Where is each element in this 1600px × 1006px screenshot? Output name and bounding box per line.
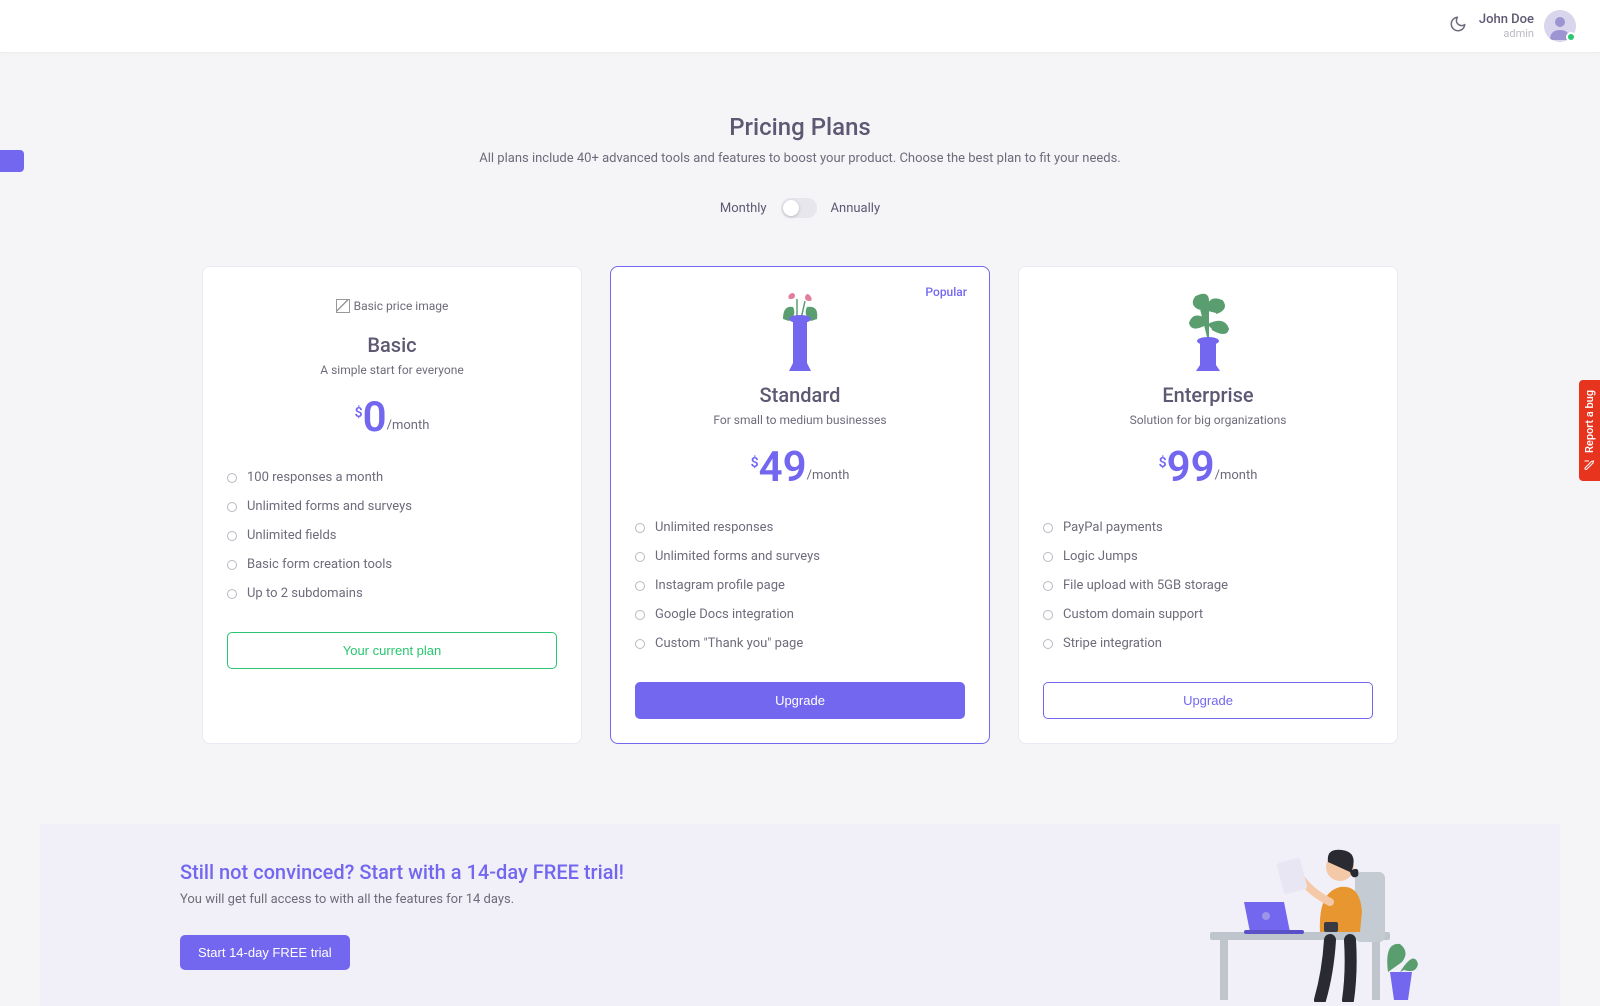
user-role: admin [1479, 27, 1534, 40]
feature-item: Logic Jumps [1043, 542, 1373, 571]
page-title: Pricing Plans [40, 113, 1560, 141]
trial-title: Still not convinced? Start with a 14-day… [180, 860, 624, 884]
plan-features: Unlimited responses Unlimited forms and … [635, 513, 965, 658]
plan-name: Standard [635, 383, 965, 407]
plan-features: PayPal payments Logic Jumps File upload … [1043, 513, 1373, 658]
plan-image [1043, 291, 1373, 371]
app-header: John Doe admin [0, 0, 1600, 53]
billing-toggle: Monthly Annually [40, 198, 1560, 218]
feature-item: Stripe integration [1043, 629, 1373, 658]
trial-subtitle: You will get full access to with all the… [180, 892, 624, 907]
broken-image-icon [336, 299, 350, 313]
feature-item: Unlimited forms and surveys [635, 542, 965, 571]
trial-cta-button[interactable]: Start 14-day FREE trial [180, 935, 350, 970]
feature-item: Basic form creation tools [227, 550, 557, 579]
plan-cta-current[interactable]: Your current plan [227, 632, 557, 669]
plan-image [635, 291, 965, 371]
plan-card-standard: Popular Standard For small to medium bus… [610, 266, 990, 744]
plan-price: $ 49 /month [635, 447, 965, 489]
feature-item: Custom domain support [1043, 600, 1373, 629]
plan-desc: A simple start for everyone [227, 363, 557, 377]
billing-switch[interactable] [781, 198, 817, 218]
popular-badge: Popular [925, 285, 967, 299]
plan-features: 100 responses a month Unlimited forms an… [227, 463, 557, 608]
status-dot-online [1566, 32, 1576, 42]
feature-item: Instagram profile page [635, 571, 965, 600]
customizer-toggle[interactable] [0, 150, 24, 172]
report-bug-button[interactable]: Report a bug [1579, 380, 1600, 481]
plan-name: Basic [227, 333, 557, 357]
report-bug-label: Report a bug [1583, 390, 1596, 453]
feature-item: Unlimited responses [635, 513, 965, 542]
plan-desc: Solution for big organizations [1043, 413, 1373, 427]
avatar[interactable] [1544, 10, 1576, 42]
dark-mode-icon[interactable] [1449, 15, 1467, 37]
plan-card-basic: Basic price image Basic A simple start f… [202, 266, 582, 744]
plan-cta-upgrade[interactable]: Upgrade [1043, 682, 1373, 719]
feature-item: Up to 2 subdomains [227, 579, 557, 608]
pricing-cards: Basic price image Basic A simple start f… [40, 266, 1560, 744]
feature-item: Unlimited forms and surveys [227, 492, 557, 521]
plan-desc: For small to medium businesses [635, 413, 965, 427]
feature-item: File upload with 5GB storage [1043, 571, 1373, 600]
feature-item: PayPal payments [1043, 513, 1373, 542]
feature-item: Custom "Thank you" page [635, 629, 965, 658]
feature-item: Unlimited fields [227, 521, 557, 550]
user-name: John Doe [1479, 12, 1534, 27]
trial-illustration [1200, 832, 1420, 1006]
plan-price: $ 0 /month [227, 397, 557, 439]
user-menu[interactable]: John Doe admin [1479, 10, 1576, 42]
feature-item: 100 responses a month [227, 463, 557, 492]
plan-price: $ 99 /month [1043, 447, 1373, 489]
plan-name: Enterprise [1043, 383, 1373, 407]
toggle-label-monthly: Monthly [720, 201, 767, 216]
plan-image-broken: Basic price image [227, 291, 557, 321]
page-subtitle: All plans include 40+ advanced tools and… [40, 151, 1560, 166]
plan-card-enterprise: Enterprise Solution for big organization… [1018, 266, 1398, 744]
plan-cta-upgrade[interactable]: Upgrade [635, 682, 965, 719]
toggle-label-annually: Annually [831, 201, 881, 216]
feature-item: Google Docs integration [635, 600, 965, 629]
trial-banner: Still not convinced? Start with a 14-day… [40, 824, 1560, 1006]
